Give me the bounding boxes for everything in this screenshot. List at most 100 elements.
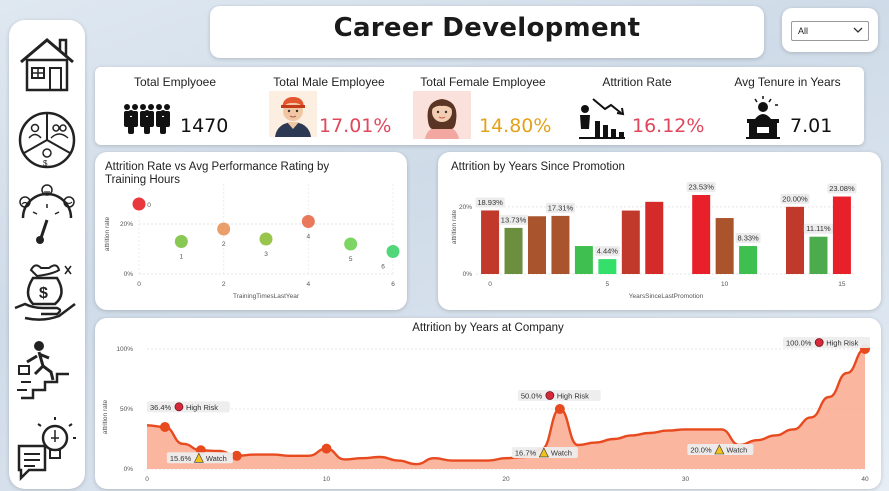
y-tick-label: 0% [463, 271, 473, 278]
kpi-attrition-rate: Attrition Rate 16.12% [563, 67, 711, 145]
y-tick-label: 0% [124, 466, 134, 473]
annotation-value: 36.4% [150, 403, 172, 412]
bar [832, 196, 851, 274]
annotation-flag: Watch [206, 454, 227, 463]
bar [481, 210, 500, 274]
kpi-value: 7.01 [790, 115, 833, 137]
data-point [554, 404, 565, 414]
x-tick-label: 30 [682, 476, 690, 483]
bar [645, 201, 664, 274]
scatter-point [301, 215, 315, 228]
scatter-point [132, 197, 146, 211]
data-label: 6 [381, 264, 385, 271]
data-label: 23.53% [688, 183, 714, 192]
annotation-value: 15.6% [170, 454, 192, 463]
annotation-flag: Watch [551, 448, 572, 457]
y-tick-label: 50% [120, 406, 133, 413]
scatter-point [386, 245, 400, 258]
chevron-down-icon [853, 27, 863, 33]
x-axis-label: TrainingTimesLastYear [233, 293, 300, 300]
data-label: 4 [307, 234, 311, 241]
x-tick-label: 20 [502, 476, 510, 483]
ideas-chat-icon[interactable] [13, 416, 81, 482]
data-point [231, 450, 242, 461]
scatter-point [217, 222, 231, 236]
slicer-card: All [782, 8, 878, 52]
x-tick-label: 5 [606, 281, 610, 288]
x-tick-label: 6 [391, 281, 395, 288]
y-tick-label: 100% [116, 346, 133, 353]
x-tick-label: 10 [323, 476, 331, 483]
data-label: 17.31% [548, 203, 574, 212]
male-avatar-icon [269, 91, 317, 137]
bar [551, 215, 570, 274]
bar [739, 246, 758, 274]
kpi-value: 16.12% [632, 115, 705, 137]
bar [504, 227, 523, 274]
x-axis-label: YearsSinceLastPromotion [629, 293, 704, 300]
data-label: 18.93% [477, 198, 503, 207]
satisfaction-gauge-icon[interactable] [13, 182, 81, 248]
x-tick-label: 15 [838, 281, 846, 288]
x-tick-label: 0 [488, 281, 492, 288]
annotation-value: 50.0% [521, 392, 543, 401]
scatter-chart[interactable]: 0% 20% 0 2 4 6 TrainingTimesLastYear attrition … [95, 152, 407, 310]
scatter-point [174, 235, 188, 248]
kpi-value: 14.80% [479, 115, 552, 137]
high-risk-icon [545, 391, 555, 400]
scatter-point [259, 232, 273, 246]
declining-chart-icon [579, 98, 625, 139]
page-title: Career Development [333, 13, 641, 43]
y-tick-label: 0% [124, 271, 134, 278]
data-label: 1 [180, 254, 184, 261]
years-at-company-panel: Attrition by Years at Company 0% 50% 100% 0… [95, 318, 881, 489]
kpi-avg-tenure: Avg Tenure in Years 7.01 [711, 67, 864, 145]
annotation-value: 20.0% [690, 446, 712, 455]
data-label: 5 [349, 256, 353, 263]
people-group-icon [124, 104, 170, 134]
salary-hand-icon[interactable]: $ [13, 260, 81, 326]
high-risk-icon [814, 338, 824, 347]
title-card: Career Development [210, 6, 764, 58]
annotation-flag: High Risk [186, 403, 218, 412]
x-tick-label: 40 [861, 476, 869, 483]
annotation-value: 100.0% [786, 339, 812, 348]
area-chart[interactable]: 0% 50% 100% 0 10 20 30 40 attrition rate 36.4% Hig… [95, 318, 881, 489]
annotation-value: 16.7% [515, 448, 537, 457]
x-tick-label: 0 [145, 476, 149, 483]
data-label: 4.44% [597, 247, 619, 256]
svg-text:$: $ [43, 159, 48, 168]
desk-worker-icon [746, 96, 780, 139]
annotation-flag: High Risk [557, 392, 589, 401]
annotation-flag: Watch [726, 446, 747, 455]
pie-demographics-icon[interactable]: $ [13, 106, 81, 172]
data-label: 11.11% [806, 224, 831, 233]
data-label: 2 [222, 241, 226, 248]
x-tick-label: 10 [721, 281, 729, 288]
data-label: 0 [147, 202, 151, 209]
y-axis-label: attrition rate [104, 216, 111, 251]
bar [598, 259, 617, 274]
kpi-male-employee: Total Male Employee 17.01% [255, 67, 403, 145]
bar [574, 246, 593, 274]
sidebar-nav: $ $ [9, 20, 85, 489]
scatter-point [344, 237, 358, 251]
career-stairs-icon[interactable] [13, 338, 81, 404]
annotation-flag: High Risk [826, 339, 858, 348]
x-tick-label: 2 [222, 281, 226, 288]
kpi-label: Attrition Rate [602, 75, 672, 89]
svg-text:$: $ [39, 285, 48, 302]
area-fill [147, 349, 865, 469]
bar-chart[interactable]: 0% 20% 0 5 10 15 YearsSinceLastPromotion attrit… [438, 152, 881, 310]
data-point [159, 422, 170, 432]
kpi-female-employee: Total Female Employee 14.80% [403, 67, 563, 145]
data-label: 13.73% [501, 215, 527, 224]
filter-dropdown[interactable]: All [791, 21, 869, 41]
female-avatar-icon [413, 91, 471, 139]
years-since-promotion-panel: Attrition by Years Since Promotion 0% 20%… [438, 152, 881, 310]
y-axis-label: attrition rate [451, 209, 458, 244]
y-tick-label: 20% [120, 221, 133, 228]
kpi-label: Avg Tenure in Years [734, 75, 841, 89]
home-icon[interactable] [13, 32, 81, 98]
kpi-card: Total Emplyoee 1470 Total Male Employee [95, 67, 864, 145]
